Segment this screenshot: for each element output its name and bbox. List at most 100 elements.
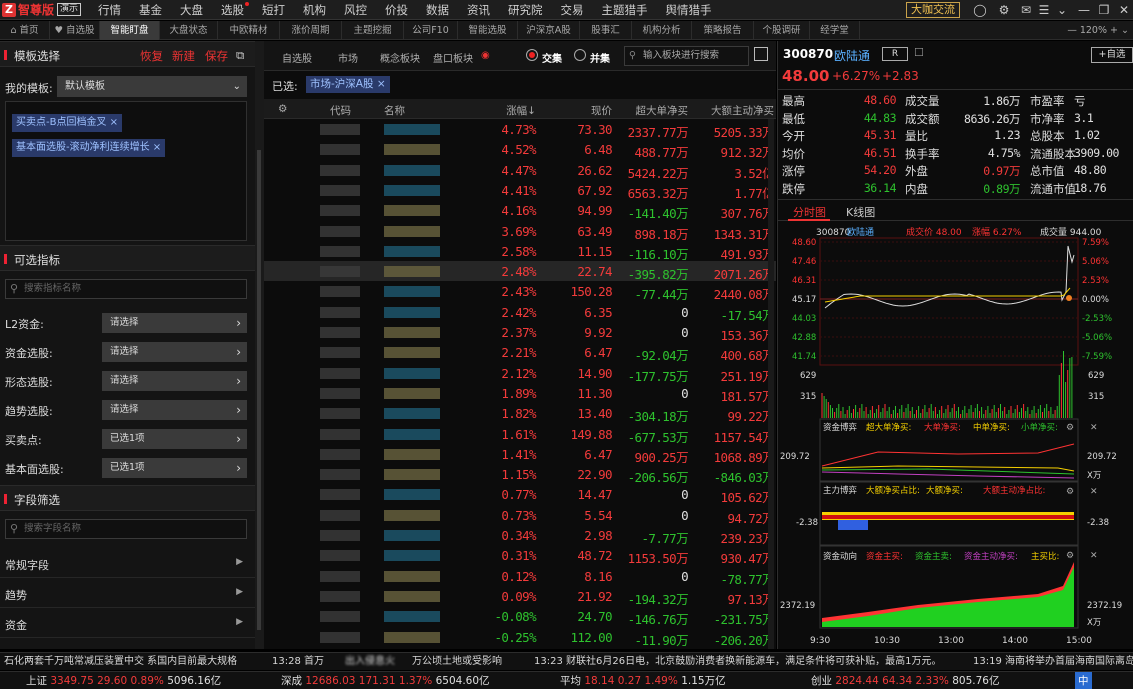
tag-buy-sell-point[interactable]: 买卖点-B点回档金叉 × [12,114,123,132]
news-item[interactable]: 13:19 海南将举办首届海南国际离岛 [973,653,1133,670]
table-row[interactable]: 0.73% 5.54 0 94.72万 [264,505,776,526]
index-item[interactable]: 创业 2824.44 64.34 2.33% 805.76亿 [811,672,999,689]
chevron-down-icon[interactable]: ⌄ [1121,25,1129,36]
lock-icon[interactable]: ☐ [914,46,924,59]
menu-item[interactable]: 风控 [335,0,376,20]
table-row[interactable]: 2.42% 6.35 0 -17.54万 [264,302,776,323]
settings-icon[interactable]: ⚙ [278,103,287,115]
template-select[interactable]: 默认模板 ⌄ [57,76,247,97]
source-board[interactable]: 盘口板块 [433,50,473,65]
filter-select[interactable]: 请选择 › [102,313,247,333]
tab-4[interactable]: 中欧精材 [218,20,280,40]
tab-5[interactable]: 涨价周期 [280,20,342,40]
menu-item[interactable]: 短打 [253,0,294,20]
table-row[interactable]: 1.82% 13.40 -304.18万 99.22万 [264,403,776,424]
news-ticker[interactable]: 石化两套千万吨常减压装置中交 系国内目前最大规格 13:28 首万 出入侵息火 … [0,652,1133,670]
news-item[interactable]: 石化两套千万吨常减压装置中交 系国内目前最大规格 [4,653,237,670]
table-row[interactable]: 4.47% 26.62 5424.22万 3.52亿 [264,160,776,181]
index-item[interactable]: 上证 3349.75 29.60 0.89% 5096.16亿 [26,672,221,689]
intraday-chart[interactable]: 300870欧陆通 成交价 48.00 涨幅 6.27% 成交量 944.00 48.6… [778,222,1133,649]
table-row[interactable]: 2.43% 150.28 -77.44万 2440.08万 [264,281,776,302]
tag-fundamental[interactable]: 基本面选股-滚动净利连续增长 × [12,139,166,157]
table-row[interactable]: 1.41% 6.47 900.25万 1068.89万 [264,444,776,465]
col-code[interactable]: 代码 [330,103,351,118]
source-concept[interactable]: 概念板块 [380,50,420,65]
tab-3[interactable]: 大盘状态 [160,20,218,40]
col-change[interactable]: 涨幅↓ [494,103,536,118]
source-watchlist[interactable]: 自选股 [282,50,312,65]
table-row[interactable]: 4.16% 94.99 -141.40万 307.76万 [264,200,776,221]
menu-item[interactable]: 行情 [89,0,130,20]
menu-icon[interactable]: ☰ [1036,2,1052,18]
remove-tag-icon[interactable]: × [153,142,161,153]
news-item[interactable]: 出入侵息火 [345,653,395,670]
tab-7[interactable]: 公司F10 [404,20,458,40]
tab-10[interactable]: 股事汇 [580,20,632,40]
tab-kline[interactable]: K线图 [846,204,875,220]
table-row[interactable]: 0.09% 21.92 -194.32万 97.13万 [264,586,776,607]
field-group[interactable]: 趋势 ▶ [0,580,255,608]
table-row[interactable]: 0.77% 14.47 0 105.62万 [264,484,776,505]
menu-item[interactable]: 价投 [376,0,417,20]
indicator-search-input[interactable]: ⚲ 搜索指标名称 [5,279,247,299]
table-row[interactable]: 2.58% 11.15 -116.10万 491.93万 [264,241,776,262]
table-row[interactable]: 2.21% 6.47 -92.04万 400.68万 [264,342,776,363]
left-scrollbar[interactable] [257,150,261,630]
table-row[interactable]: 3.69% 63.49 898.18万 1343.31万 [264,221,776,242]
tab-2[interactable]: 智能盯盘 [100,20,160,40]
source-market[interactable]: 市场 [338,50,358,65]
zoom-control[interactable]: — 120% + ⌄ [1067,21,1129,40]
user-icon[interactable]: ◯ [972,2,988,18]
menu-item[interactable]: 研究院 [499,0,552,20]
tab-intraday[interactable]: 分时图 [793,204,826,220]
dropdown-icon[interactable]: ◉ [481,50,490,61]
table-row[interactable]: -0.08% 24.70 -146.76万 -231.75万 [264,606,776,627]
table-row[interactable]: 0.12% 8.16 0 -78.77万 [264,566,776,587]
settings-icon[interactable]: ⚙ [996,2,1012,18]
panel-toggle-icon[interactable] [754,47,768,61]
selected-market-tag[interactable]: 市场-沪深A股 × [306,76,390,93]
tab-11[interactable]: 机构分析 [632,20,692,40]
index-item[interactable]: 深成 12686.03 171.31 1.37% 6504.60亿 [281,672,490,689]
menu-item[interactable]: 主题猎手 [593,0,657,20]
menu-item[interactable]: 选股 [212,0,253,20]
expert-chat-button[interactable]: 大咖交流 [906,2,960,18]
export-icon[interactable]: ⧉ [236,48,244,63]
table-row[interactable]: 4.41% 67.92 6563.32万 1.77亿 [264,180,776,201]
tab-9[interactable]: 沪深京A股 [518,20,580,40]
filter-select[interactable]: 请选择 › [102,400,247,420]
remove-tag-icon[interactable]: × [377,78,386,90]
field-search-input[interactable]: ⚲ 搜索字段名称 [5,519,247,539]
col-price[interactable]: 现价 [564,103,612,118]
intersection-radio[interactable] [526,49,538,61]
restore-button[interactable]: 恢复 [140,48,163,64]
table-row[interactable]: 1.15% 22.90 -206.56万 -846.03万 [264,464,776,485]
new-template-button[interactable]: 新建 [172,48,195,64]
close-icon[interactable]: ✕ [1116,2,1132,18]
table-row[interactable]: 0.34% 2.98 -7.77万 239.23万 [264,525,776,546]
menu-item[interactable]: 机构 [294,0,335,20]
menu-item[interactable]: 交易 [552,0,593,20]
menu-item[interactable]: 数据 [417,0,458,20]
message-icon[interactable]: ✉ [1018,2,1034,18]
menu-item[interactable]: 基金 [130,0,171,20]
col-name[interactable]: 名称 [384,103,405,118]
table-row[interactable]: 1.89% 11.30 0 181.57万 [264,383,776,404]
remove-tag-icon[interactable]: × [110,117,118,128]
tab-8[interactable]: 智能选股 [458,20,518,40]
menu-item[interactable]: 大盘 [171,0,212,20]
table-row[interactable]: 4.73% 73.30 2337.77万 5205.33万 [264,119,776,140]
table-scrollbar[interactable] [768,119,774,649]
plus-icon[interactable]: + [1107,25,1118,36]
news-item[interactable]: 万公顷土地或受影响 [412,653,502,670]
tab-13[interactable]: 个股调研 [754,20,810,40]
menu-item[interactable]: 资讯 [458,0,499,20]
board-search-input[interactable]: ⚲ 输入板块进行搜索 [624,46,749,66]
union-radio[interactable] [574,49,586,61]
add-watchlist-button[interactable]: +自选 [1091,47,1133,63]
field-group[interactable]: 常规字段 ▶ [0,550,255,578]
filter-select[interactable]: 已选1项 › [102,458,247,478]
table-row[interactable]: 4.52% 6.48 488.77万 912.32万 [264,139,776,160]
news-item[interactable]: 13:28 首万 [272,653,324,670]
chevron-down-icon[interactable]: ⌄ [1054,2,1070,18]
